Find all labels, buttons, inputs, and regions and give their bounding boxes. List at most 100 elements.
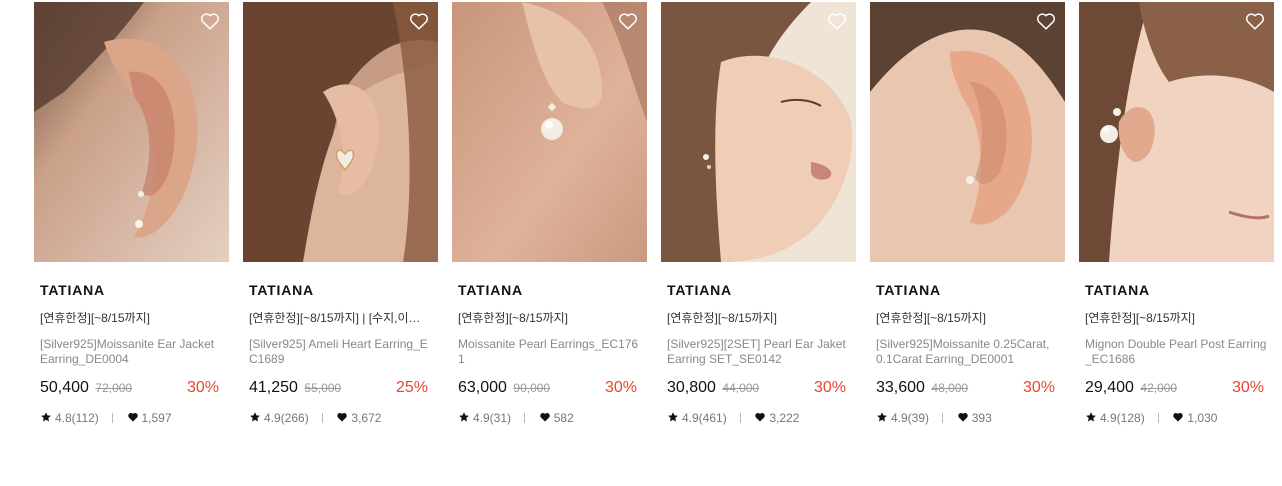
- heart-icon: [957, 411, 969, 423]
- product-card[interactable]: TATIANA [연휴한정][~8/15까지] [Silver925][2SET…: [661, 2, 856, 426]
- heart-icon: [336, 411, 348, 423]
- rating: 4.9(128): [1100, 411, 1145, 425]
- divider: [524, 413, 526, 423]
- price-row: 33,600 48,000 30%: [876, 378, 1059, 398]
- product-photo: [870, 2, 1065, 262]
- product-photo: [1079, 2, 1274, 262]
- sale-price: 29,400: [1085, 379, 1134, 396]
- like-count: 1,597: [141, 411, 172, 425]
- promo-text: [연휴한정][~8/15까지]: [876, 311, 986, 325]
- product-title[interactable]: [Silver925] Ameli Heart Earring_EC1689: [249, 337, 432, 367]
- price-row: 63,000 90,000 30%: [458, 378, 641, 398]
- like-count: 3,222: [769, 411, 800, 425]
- brand-name[interactable]: TATIANA: [1085, 282, 1268, 299]
- divider: [942, 413, 944, 423]
- price-row: 50,400 72,000 30%: [40, 378, 223, 398]
- discount-rate: 30%: [813, 379, 846, 396]
- product-title[interactable]: Moissanite Pearl Earrings_EC1761: [458, 337, 641, 367]
- rating: 4.9(31): [473, 411, 512, 425]
- heart-icon: [1172, 411, 1184, 423]
- divider: [1158, 413, 1160, 423]
- brand-name[interactable]: TATIANA: [876, 282, 1059, 299]
- original-price: 48,000: [931, 381, 969, 395]
- promo-text: [연휴한정][~8/15까지]: [40, 311, 150, 325]
- sale-price: 41,250: [249, 379, 298, 396]
- wishlist-heart-icon[interactable]: [617, 10, 639, 32]
- sale-price: 30,800: [667, 379, 716, 396]
- discount-rate: 30%: [1231, 379, 1264, 396]
- discount-rate: 30%: [1022, 379, 1055, 396]
- product-title[interactable]: [Silver925][2SET] Pearl Ear Jaket Earrin…: [667, 337, 850, 367]
- wishlist-heart-icon[interactable]: [199, 10, 221, 32]
- product-title[interactable]: [Silver925]Moissanite Ear Jacket Earring…: [40, 337, 223, 367]
- discount-rate: 30%: [186, 379, 219, 396]
- product-image[interactable]: [1079, 2, 1274, 262]
- heart-icon: [127, 411, 139, 423]
- product-card[interactable]: TATIANA [연휴한정][~8/15까지] Moissanite Pearl…: [452, 2, 647, 426]
- product-image[interactable]: [661, 2, 856, 262]
- brand-name[interactable]: TATIANA: [249, 282, 432, 299]
- discount-rate: 25%: [395, 379, 428, 396]
- discount-rate: 30%: [604, 379, 637, 396]
- promo-text: [연휴한정][~8/15까지]: [458, 311, 568, 325]
- product-photo: [243, 2, 438, 262]
- product-card[interactable]: TATIANA [연휴한정][~8/15까지] [Silver925]Moiss…: [870, 2, 1065, 426]
- product-stats: 4.9(266) 3,672: [249, 410, 432, 426]
- product-title[interactable]: [Silver925]Moissanite 0.25Carat, 0.1Cara…: [876, 337, 1059, 367]
- product-image[interactable]: [34, 2, 229, 262]
- product-image[interactable]: [452, 2, 647, 262]
- rating: 4.9(266): [264, 411, 309, 425]
- product-stats: 4.9(461) 3,222: [667, 410, 850, 426]
- original-price: 72,000: [95, 381, 133, 395]
- wishlist-heart-icon[interactable]: [826, 10, 848, 32]
- wishlist-heart-icon[interactable]: [408, 10, 430, 32]
- product-stats: 4.9(31) 582: [458, 410, 641, 426]
- divider: [112, 413, 114, 423]
- price-row: 29,400 42,000 30%: [1085, 378, 1268, 398]
- original-price: 55,000: [304, 381, 342, 395]
- product-stats: 4.9(128) 1,030: [1085, 410, 1268, 426]
- price-row: 30,800 44,000 30%: [667, 378, 850, 398]
- product-stats: 4.9(39) 393: [876, 410, 1059, 426]
- rating: 4.9(461): [682, 411, 727, 425]
- original-price: 90,000: [513, 381, 551, 395]
- product-image[interactable]: [243, 2, 438, 262]
- brand-name[interactable]: TATIANA: [667, 282, 850, 299]
- like-count: 3,672: [351, 411, 382, 425]
- star-icon: [1085, 411, 1097, 423]
- divider: [740, 413, 742, 423]
- product-photo: [661, 2, 856, 262]
- product-card[interactable]: TATIANA [연휴한정][~8/15까지] [Silver925]Moiss…: [34, 2, 229, 426]
- divider: [322, 413, 324, 423]
- heart-icon: [754, 411, 766, 423]
- wishlist-heart-icon[interactable]: [1035, 10, 1057, 32]
- product-card[interactable]: TATIANA [연휴한정][~8/15까지] | [수지,이… [Silver…: [243, 2, 438, 426]
- brand-name[interactable]: TATIANA: [40, 282, 223, 299]
- star-icon: [249, 411, 261, 423]
- original-price: 44,000: [722, 381, 760, 395]
- star-icon: [667, 411, 679, 423]
- like-count: 393: [971, 411, 992, 425]
- like-count: 1,030: [1187, 411, 1218, 425]
- star-icon: [876, 411, 888, 423]
- star-icon: [40, 411, 52, 423]
- product-image[interactable]: [870, 2, 1065, 262]
- like-count: 582: [553, 411, 574, 425]
- rating: 4.8(112): [55, 411, 99, 425]
- product-title[interactable]: Mignon Double Pearl Post Earring_EC1686: [1085, 337, 1268, 367]
- promo-text: [연휴한정][~8/15까지]: [667, 311, 777, 325]
- product-card[interactable]: TATIANA [연휴한정][~8/15까지] Mignon Double Pe…: [1079, 2, 1274, 426]
- wishlist-heart-icon[interactable]: [1244, 10, 1266, 32]
- price-row: 41,250 55,000 25%: [249, 378, 432, 398]
- product-stats: 4.8(112) 1,597: [40, 410, 223, 426]
- original-price: 42,000: [1140, 381, 1178, 395]
- star-icon: [458, 411, 470, 423]
- sale-price: 63,000: [458, 379, 507, 396]
- sale-price: 50,400: [40, 379, 89, 396]
- sale-price: 33,600: [876, 379, 925, 396]
- product-photo: [452, 2, 647, 262]
- brand-name[interactable]: TATIANA: [458, 282, 641, 299]
- product-photo: [34, 2, 229, 262]
- product-grid: TATIANA [연휴한정][~8/15까지] [Silver925]Moiss…: [0, 0, 1282, 486]
- heart-icon: [539, 411, 551, 423]
